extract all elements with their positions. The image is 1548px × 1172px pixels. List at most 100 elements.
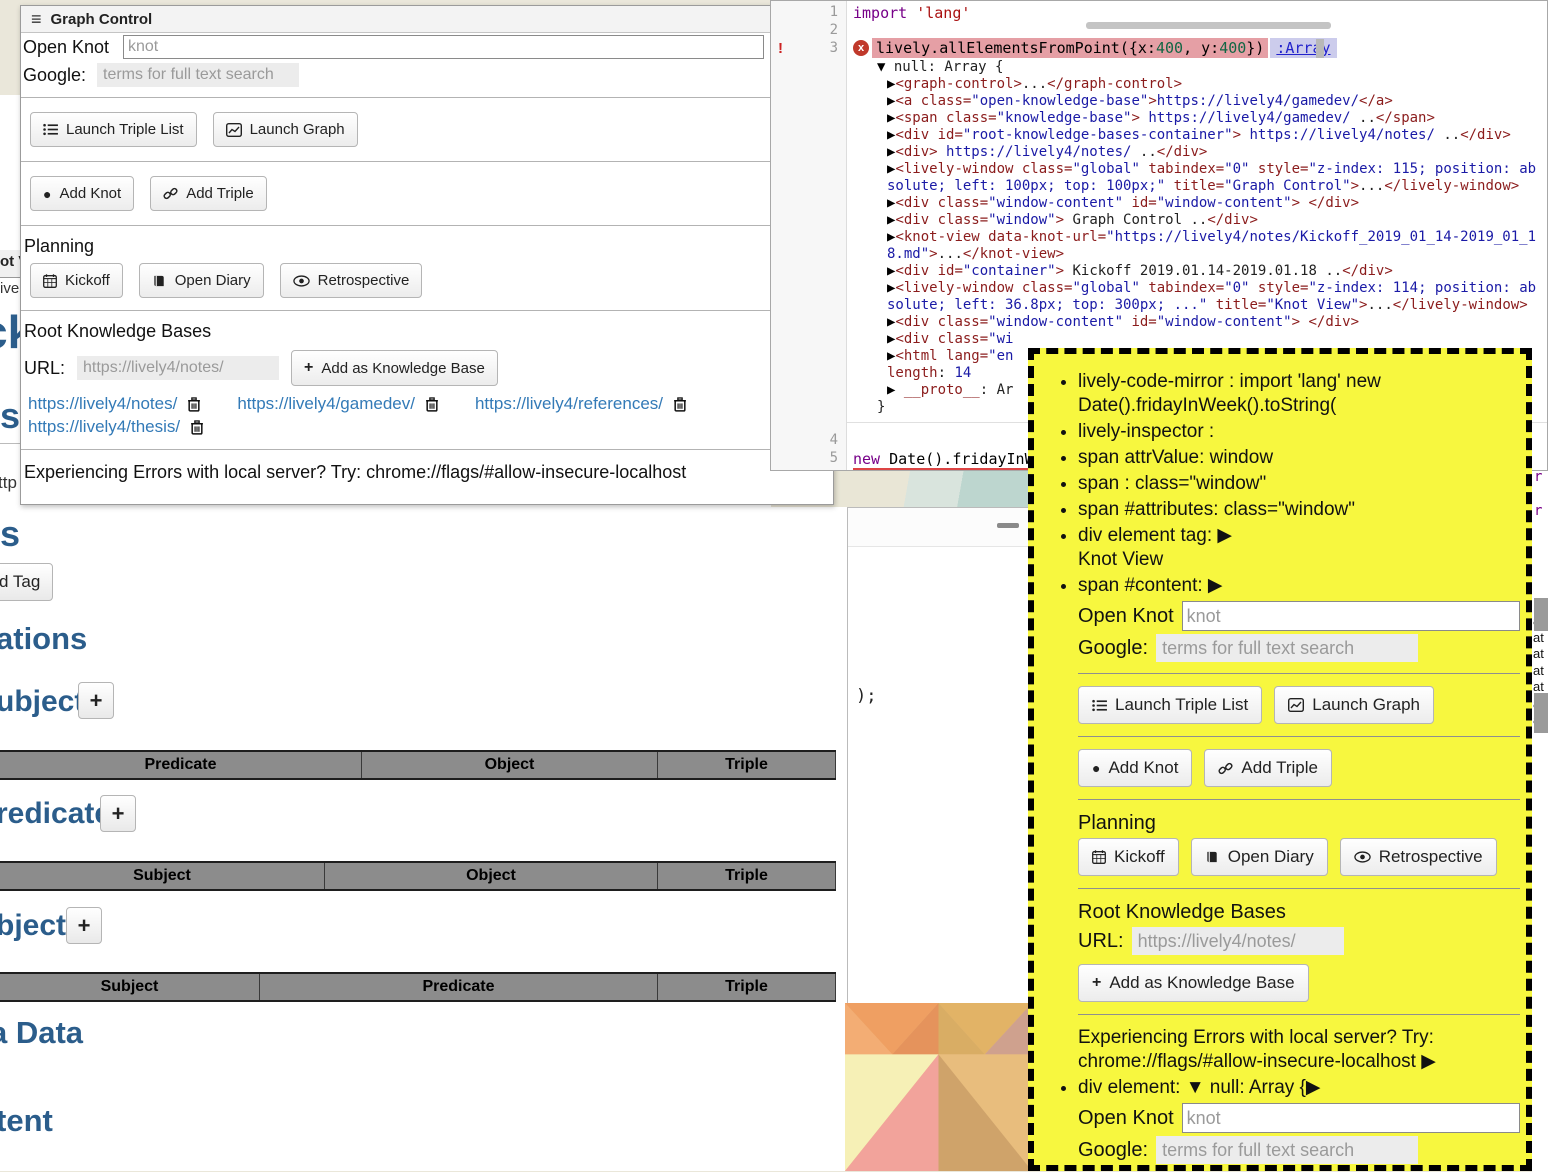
list-icon <box>1092 699 1107 712</box>
code-line-1[interactable]: import 'lang' <box>853 4 970 22</box>
tooltip-item: span attrValue: window <box>1078 446 1520 470</box>
google-label: Google: <box>1078 636 1148 660</box>
trash-icon[interactable] <box>187 397 201 412</box>
add-knowledge-base-button[interactable]: + Add as Knowledge Base <box>291 350 498 386</box>
trash-icon[interactable] <box>673 397 687 412</box>
open-diary-label: Open Diary <box>175 272 251 289</box>
line-number: 2 <box>830 22 838 38</box>
tooltip-item: div element tag: ▶ Knot View <box>1078 524 1520 572</box>
triple-table-header: PredicateObjectTriple <box>0 750 836 780</box>
add-object-button[interactable]: + <box>66 907 102 944</box>
background-link-fragment-2[interactable]: ttp <box>0 473 17 493</box>
open-knot-input[interactable] <box>1182 1103 1520 1133</box>
open-diary-button[interactable]: Open Diary <box>1191 838 1328 876</box>
open-knot-input[interactable] <box>123 35 764 59</box>
background-heading-ations: ations <box>0 621 87 657</box>
trash-icon[interactable] <box>425 397 439 412</box>
knot-view-title: Knot View <box>1078 548 1520 572</box>
root-knowledge-bases-heading: Root Knowledge Bases <box>1078 900 1520 924</box>
background-window-titlebar[interactable] <box>848 508 1031 547</box>
tooltip-item: span #content: ▶ Open Knot Google: Launc… <box>1078 574 1520 1074</box>
window-menu-icon[interactable]: ≡ <box>31 9 42 30</box>
chart-icon <box>226 123 242 137</box>
tooltip-item: div element: ▼ null: Array {▶ Open Knot … <box>1078 1076 1520 1171</box>
open-knot-label: Open Knot <box>1078 604 1174 628</box>
element-inspection-tooltip: lively-code-mirror : import 'lang' new D… <box>1028 348 1532 1171</box>
table-column-header: Object <box>325 863 658 889</box>
line-number: 4 <box>830 432 838 448</box>
error-code[interactable]: lively.allElementsFromPoint({x:400, y:40… <box>872 38 1268 58</box>
google-search-input[interactable] <box>97 63 299 87</box>
horizontal-scrollbar[interactable] <box>1086 22 1331 29</box>
error-code-line[interactable]: x lively.allElementsFromPoint({x:400, y:… <box>853 37 1337 58</box>
code-line-5[interactable]: new Date().fridayInW <box>853 450 1034 468</box>
knowledge-base-link[interactable]: https://lively4/notes/ <box>28 394 177 414</box>
knowledge-base-url-input[interactable] <box>1132 927 1344 955</box>
code-fragment: ); <box>856 686 876 706</box>
add-predicate-button[interactable]: + <box>100 795 136 832</box>
add-triple-button[interactable]: Add Triple <box>1204 749 1332 787</box>
planning-heading: Planning <box>24 236 833 257</box>
planning-heading: Planning <box>1078 811 1520 835</box>
local-server-hint: Experiencing Errors with local server? T… <box>1078 1026 1520 1074</box>
add-knot-label: Add Knot <box>59 185 121 202</box>
knowledge-base-link[interactable]: https://lively4/references/ <box>475 394 663 414</box>
open-diary-button[interactable]: Open Diary <box>139 263 264 298</box>
kickoff-button[interactable]: Kickoff <box>1078 838 1179 876</box>
retrospective-button[interactable]: Retrospective <box>1340 838 1497 876</box>
add-subject-button[interactable]: + <box>78 682 114 719</box>
link-chain-icon <box>163 186 178 201</box>
launch-graph-button[interactable]: Launch Graph <box>213 112 358 147</box>
background-divider <box>0 443 22 444</box>
background-link-fragment[interactable]: ive <box>0 280 19 297</box>
dot-icon: ● <box>1092 760 1100 776</box>
knowledge-base-link[interactable]: https://lively4/gamedev/ <box>237 394 415 414</box>
open-knot-input[interactable] <box>1182 601 1520 631</box>
open-diary-label: Open Diary <box>1228 847 1314 867</box>
retrospective-label: Retrospective <box>1379 847 1483 867</box>
local-server-hint: Experiencing Errors with local server? T… <box>24 462 833 483</box>
scrollbar-thumb[interactable] <box>1534 598 1548 631</box>
google-search-input[interactable] <box>1156 634 1418 662</box>
table-column-header: Subject <box>0 863 325 889</box>
add-knowledge-base-button[interactable]: + Add as Knowledge Base <box>1078 964 1309 1002</box>
table-column-header: Object <box>362 752 658 778</box>
add-knot-button[interactable]: ● Add Knot <box>1078 749 1192 787</box>
kickoff-button[interactable]: Kickoff <box>30 263 123 298</box>
add-knowledge-base-label: Add as Knowledge Base <box>1109 973 1294 993</box>
minimize-icon[interactable] <box>997 523 1019 528</box>
knowledge-base-url-input[interactable] <box>77 356 279 380</box>
scrollbar-thumb[interactable] <box>1534 693 1548 733</box>
link-chain-icon <box>1218 761 1233 776</box>
tooltip-item-text: div element: ▼ null: Array {▶ <box>1078 1077 1321 1098</box>
launch-graph-button[interactable]: Launch Graph <box>1274 686 1434 724</box>
desktop-wallpaper-pattern <box>845 1003 1032 1171</box>
retrospective-button[interactable]: Retrospective <box>280 263 423 298</box>
calendar-icon <box>43 274 57 288</box>
add-knot-button[interactable]: ● Add Knot <box>30 176 134 211</box>
table-column-header: Triple <box>658 974 836 1000</box>
table-column-header: Predicate <box>0 752 362 778</box>
launch-triple-list-button[interactable]: Launch Triple List <box>1078 686 1262 724</box>
table-column-header: Subject <box>0 974 260 1000</box>
launch-graph-label: Launch Graph <box>1312 695 1420 715</box>
result-annotation[interactable]: :Array <box>1270 38 1336 58</box>
add-tag-button[interactable]: d Tag <box>0 563 53 601</box>
knowledge-base-item: https://lively4/references/ <box>475 394 687 414</box>
embedded-graph-control: Open Knot Google: Launch Triple List Lau <box>1078 601 1520 1074</box>
trash-icon[interactable] <box>190 420 204 435</box>
knowledge-base-link[interactable]: https://lively4/thesis/ <box>28 417 180 437</box>
google-search-input[interactable] <box>1156 1136 1418 1164</box>
kickoff-label: Kickoff <box>1114 847 1165 867</box>
background-heading-tent: tent <box>0 1103 53 1139</box>
tooltip-item-list: lively-code-mirror : import 'lang' new D… <box>1046 370 1520 1171</box>
kickoff-label: Kickoff <box>65 272 110 289</box>
launch-triple-list-button[interactable]: Launch Triple List <box>30 112 197 147</box>
scrollbar-thumb[interactable] <box>1316 39 1324 58</box>
tooltip-item: lively-code-mirror : import 'lang' new D… <box>1078 370 1520 418</box>
add-triple-button[interactable]: Add Triple <box>150 176 267 211</box>
graph-control-titlebar[interactable]: ≡ Graph Control — <box>21 6 833 33</box>
launch-graph-label: Launch Graph <box>250 121 345 138</box>
background-heading-a-data: a Data <box>0 1015 83 1051</box>
table-column-header: Triple <box>658 863 836 889</box>
